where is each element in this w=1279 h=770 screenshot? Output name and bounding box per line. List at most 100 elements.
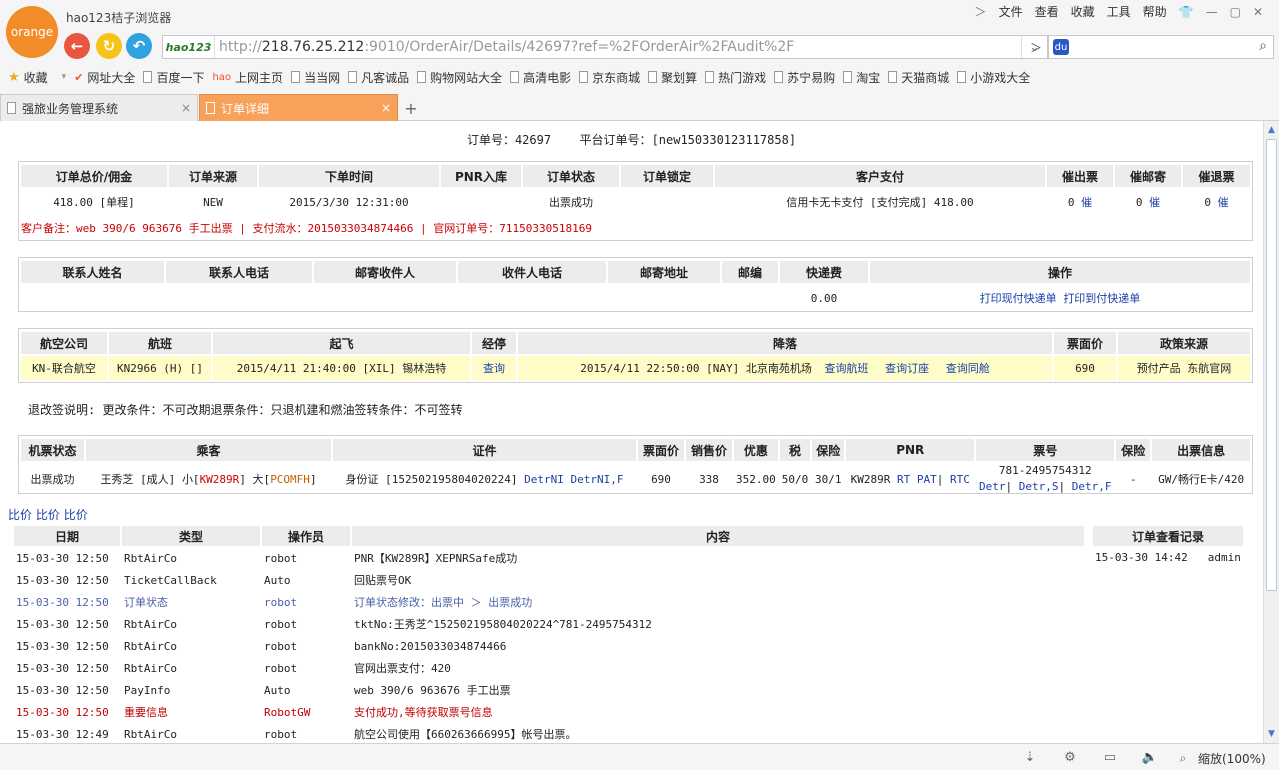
bookmark-juhuasuan[interactable]: 聚划算: [648, 69, 697, 86]
tab-order-details[interactable]: 订单详细 ×: [199, 94, 398, 121]
passenger-row: 出票成功 王秀芝 [成人] 小[KW289R] 大[PCOMFH] 身份证 [1…: [30, 464, 1245, 493]
urge-refund-link[interactable]: 催: [1218, 196, 1229, 209]
detr-link[interactable]: Detr: [979, 480, 1006, 493]
bookmark-minigames[interactable]: 小游戏大全: [957, 69, 1030, 86]
bookmark-baidu[interactable]: 百度一下: [143, 69, 204, 86]
log-op: robot: [264, 639, 298, 653]
print-cod-waybill-link[interactable]: 打印现付快递单: [980, 292, 1057, 305]
bookmark-tmall[interactable]: 天猫商城: [888, 69, 949, 86]
address-bar[interactable]: hao123 http://218.76.25.212:9010/OrderAi…: [162, 35, 1048, 59]
bookmark-movies[interactable]: 高清电影: [510, 69, 571, 86]
bookmark-vancl[interactable]: 凡客诚品: [348, 69, 409, 86]
urge-ticket-link[interactable]: 催: [1081, 196, 1092, 209]
order-summary-panel: 订单总价/佣金 订单来源 下单时间 PNR入库 订单状态 订单锁定 客户支付 催…: [18, 161, 1253, 241]
bookmark-taobao[interactable]: 淘宝: [843, 69, 880, 86]
query-booking-link[interactable]: 查询订座: [885, 362, 929, 375]
page-icon: [579, 71, 589, 83]
small-pnr: KW289R: [199, 473, 240, 486]
download-icon[interactable]: ⇣: [1020, 748, 1040, 766]
new-tab-button[interactable]: +: [401, 98, 421, 118]
bookmark-suning[interactable]: 苏宁易购: [774, 69, 835, 86]
log-type: RbtAirCo: [124, 661, 177, 675]
status-bar: ⇣ ⚙ ▭ 🔈 ⌕ 缩放(100%): [0, 743, 1279, 770]
settings-gear-icon[interactable]: ⚙: [1060, 748, 1080, 766]
log-date: 15-03-30 12:50: [16, 595, 109, 609]
search-icon[interactable]: ⌕: [1259, 38, 1267, 54]
compare-link[interactable]: 比价: [64, 508, 88, 522]
vertical-scrollbar[interactable]: ▲ ▼: [1263, 121, 1279, 743]
bookmark-dangdang[interactable]: 当当网: [291, 69, 340, 86]
log-op: Auto: [264, 683, 291, 697]
scroll-thumb[interactable]: [1266, 139, 1277, 591]
tab-business-system[interactable]: 强旅业务管理系统 ×: [0, 94, 198, 121]
log-row: 15-03-30 12:50 RbtAirCo robot PNR【KW289R】XE…: [14, 548, 1084, 568]
rtc-link[interactable]: RTC: [950, 473, 970, 486]
menu-tools[interactable]: 工具: [1107, 3, 1131, 20]
query-cabin-link[interactable]: 查询同舱: [946, 362, 990, 375]
bookmark-games[interactable]: 热门游戏: [705, 69, 766, 86]
log-op: robot: [264, 551, 298, 565]
view-log-row: 15-03-30 14:42 admin: [1093, 548, 1243, 566]
operation-log-table: 日期 类型 操作员 内容 15-03-30 12:50 RbtAirCo robot…: [12, 524, 1086, 743]
undo-icon: ↶: [132, 37, 146, 55]
log-type: 订单状态: [124, 596, 168, 609]
log-type: RbtAirCo: [124, 727, 177, 741]
close-window-icon[interactable]: ✕: [1253, 5, 1263, 19]
menu-view[interactable]: 查看: [1035, 3, 1059, 20]
bookmark-jd[interactable]: 京东商城: [579, 69, 640, 86]
bookmark-home[interactable]: hao 上网主页: [212, 69, 283, 86]
baidu-paw-icon[interactable]: du: [1053, 39, 1069, 55]
detr-s-link[interactable]: Detr,S: [1019, 480, 1059, 493]
log-type: RbtAirCo: [124, 639, 177, 653]
maximize-icon[interactable]: ▢: [1230, 5, 1241, 19]
address-url[interactable]: http://218.76.25.212:9010/OrderAir/Detai…: [215, 39, 794, 55]
back-button[interactable]: ←: [64, 33, 90, 59]
go-arrow-icon[interactable]: ＞: [1024, 35, 1048, 59]
home-button[interactable]: ↶: [126, 33, 152, 59]
platform-order-number: [new150330123117858]: [651, 133, 797, 147]
skin-icon[interactable]: 👕: [1179, 5, 1194, 19]
bookmark-shopping[interactable]: 购物网站大全: [417, 69, 502, 86]
zoom-level[interactable]: 缩放(100%): [1198, 750, 1266, 767]
refresh-button[interactable]: ↻: [96, 33, 122, 59]
close-tab-icon[interactable]: ×: [181, 101, 191, 115]
print-collect-waybill-link[interactable]: 打印到付快递单: [1063, 292, 1140, 305]
pat-link[interactable]: PAT: [917, 473, 937, 486]
close-tab-icon[interactable]: ×: [381, 101, 391, 115]
orange-logo[interactable]: orange: [6, 6, 58, 58]
scroll-down-arrow-icon[interactable]: ▼: [1264, 727, 1279, 741]
scroll-up-arrow-icon[interactable]: ▲: [1264, 123, 1279, 137]
page-icon: [843, 71, 853, 83]
menu-help[interactable]: 帮助: [1143, 3, 1167, 20]
log-row: 15-03-30 12:50 RbtAirCo robot bankNo:201503…: [14, 636, 1084, 656]
menu-file[interactable]: 文件: [999, 3, 1023, 20]
search-box[interactable]: du ⌕: [1048, 35, 1274, 59]
compare-link[interactable]: 比价: [8, 508, 32, 522]
refresh-icon: ↻: [102, 37, 116, 55]
minimize-icon[interactable]: —: [1206, 5, 1218, 19]
detrni-f-link[interactable]: DetrNI,F: [571, 473, 624, 486]
log-op: robot: [264, 661, 298, 675]
compare-link[interactable]: 比价: [36, 508, 60, 522]
query-stop-link[interactable]: 查询: [483, 362, 505, 375]
page-icon: [957, 71, 967, 83]
log-date: 15-03-30 12:50: [16, 617, 109, 631]
plus-icon: +: [404, 98, 418, 118]
bookmark-favorites[interactable]: ★ 收藏 ▾: [8, 69, 66, 86]
log-row: 15-03-30 12:50 重要信息 RobotGW 支付成功,等待获取票号信息: [14, 702, 1084, 722]
flight-table: 航空公司 航班 起飞 经停 降落 票面价 政策来源 KN-联合航空 KN2966…: [19, 330, 1252, 382]
detr-f-link[interactable]: Detr,F: [1072, 480, 1112, 493]
speaker-icon[interactable]: 🔈: [1140, 748, 1160, 766]
log-type: 重要信息: [124, 706, 168, 719]
order-number: 42697: [514, 133, 552, 147]
log-op: robot: [264, 595, 298, 609]
query-flight-link[interactable]: 查询航班: [824, 362, 868, 375]
detrni-link[interactable]: DetrNI: [524, 473, 564, 486]
urge-mail-link[interactable]: 催: [1149, 196, 1160, 209]
rt-link[interactable]: RT: [897, 473, 910, 486]
menu-favorites[interactable]: 收藏: [1071, 3, 1095, 20]
bookmark-site-nav[interactable]: ✔ 网址大全: [74, 69, 135, 86]
log-content: bankNo:2015033034874466: [354, 639, 507, 653]
window-icon[interactable]: ▭: [1100, 748, 1120, 766]
chevron-right-icon[interactable]: ＞: [975, 3, 987, 20]
